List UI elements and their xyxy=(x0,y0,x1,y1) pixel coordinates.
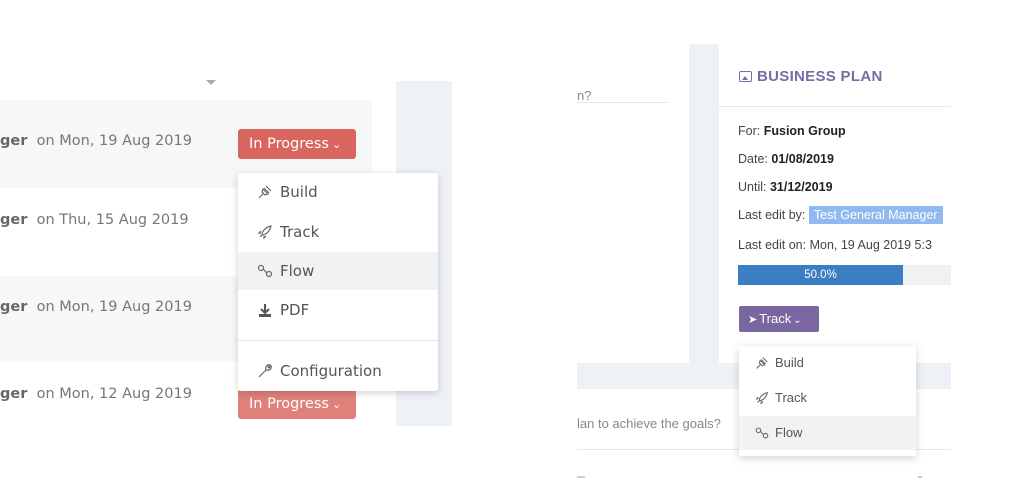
question-text: lan to achieve the goals? xyxy=(577,416,721,431)
divider xyxy=(918,476,922,478)
menu-item-track[interactable]: Track xyxy=(739,381,916,415)
info-for: For: Fusion Group xyxy=(738,124,846,138)
info-value: 31/12/2019 xyxy=(769,180,833,194)
row-date: on Thu, 15 Aug 2019 xyxy=(36,212,189,228)
divider xyxy=(577,102,668,103)
chevron-down-icon: ⌄ xyxy=(793,315,802,326)
info-last-edit-on: Last edit on: Mon, 19 Aug 2019 5:3 xyxy=(738,238,932,252)
column-gutter xyxy=(689,44,719,389)
status-label: In Progress xyxy=(249,136,329,152)
menu-item-flow[interactable]: Flow xyxy=(238,252,438,290)
flow-icon xyxy=(754,425,770,445)
pin-icon xyxy=(256,183,274,201)
image-icon xyxy=(739,71,752,82)
info-label: Until: xyxy=(738,180,767,194)
row-date: on Mon, 12 Aug 2019 xyxy=(36,386,192,402)
chevron-down-icon: ⌄ xyxy=(331,138,342,151)
track-dropdown-button[interactable]: ➤ Track ⌄ xyxy=(739,306,819,332)
divider xyxy=(577,476,585,478)
card-title: BUSINESS PLAN xyxy=(739,68,883,85)
info-date: Date: 01/08/2019 xyxy=(738,152,834,166)
info-label: Last edit by: xyxy=(738,208,806,222)
row-date: on Mon, 19 Aug 2019 xyxy=(36,299,192,315)
business-plan-card: BUSINESS PLAN For: Fusion Group Date: 01… xyxy=(719,44,951,363)
menu-item-label: Build xyxy=(775,355,804,370)
menu-item-label: PDF xyxy=(280,301,310,319)
menu-item-label: Track xyxy=(775,390,808,405)
row-meta: ger on Mon, 12 Aug 2019 xyxy=(0,386,192,402)
row-author: ger xyxy=(0,299,28,315)
left-task-table: ger on Mon, 19 Aug 2019 ger on Thu, 15 A… xyxy=(0,0,455,504)
row-meta: ger on Mon, 19 Aug 2019 xyxy=(0,299,192,315)
row-date: on Mon, 19 Aug 2019 xyxy=(36,133,192,149)
menu-divider xyxy=(238,340,438,341)
info-label: Date: xyxy=(738,152,768,166)
row-author: ger xyxy=(0,212,28,228)
row-author: ger xyxy=(0,386,28,402)
menu-item-pdf[interactable]: PDF xyxy=(238,291,438,329)
card-title-text: BUSINESS PLAN xyxy=(757,68,883,85)
info-value: Fusion Group xyxy=(763,124,846,138)
progress-fill: 50.0% xyxy=(738,265,903,285)
menu-item-label: Flow xyxy=(775,425,803,440)
status-label: In Progress xyxy=(249,396,329,412)
sort-caret-icon[interactable] xyxy=(206,80,216,85)
row-author: ger xyxy=(0,133,28,149)
info-value: 01/08/2019 xyxy=(771,152,834,166)
divider xyxy=(719,106,951,107)
info-last-edit-by: Last edit by: Test General Manager xyxy=(738,206,951,224)
menu-item-label: Track xyxy=(280,223,320,241)
row-meta: ger on Thu, 15 Aug 2019 xyxy=(0,212,189,228)
status-dropdown-button[interactable]: In Progress ⌄ xyxy=(238,389,356,419)
editor-badge[interactable]: Test General Manager xyxy=(808,206,943,224)
menu-item-track[interactable]: Track xyxy=(238,213,438,251)
rocket-icon: ➤ xyxy=(748,314,758,326)
info-label: For: xyxy=(738,124,761,138)
menu-item-build[interactable]: Build xyxy=(739,346,916,380)
question-text: n? xyxy=(577,88,592,103)
menu-item-label: Configuration xyxy=(280,362,382,380)
download-icon xyxy=(256,301,274,319)
chevron-down-icon: ⌄ xyxy=(331,398,342,411)
menu-item-configuration[interactable]: Configuration xyxy=(238,352,438,390)
row-meta: ger on Mon, 19 Aug 2019 xyxy=(0,133,192,149)
flow-icon xyxy=(256,262,274,280)
info-until: Until: 31/12/2019 xyxy=(738,180,833,194)
menu-item-label: Flow xyxy=(280,262,315,280)
menu-item-flow[interactable]: Flow xyxy=(739,416,916,450)
progress-bar: 50.0% xyxy=(738,265,951,285)
status-dropdown-button[interactable]: In Progress ⌄ xyxy=(238,129,356,159)
track-dropdown-menu: Build Track Flow xyxy=(739,346,916,456)
track-label: Track xyxy=(759,311,792,326)
menu-item-label: Build xyxy=(280,183,318,201)
rocket-icon xyxy=(754,390,770,410)
wrench-icon xyxy=(256,362,274,380)
rocket-icon xyxy=(256,223,274,241)
pin-icon xyxy=(754,355,770,375)
status-dropdown-menu: Build Track Flow PDF Configuration xyxy=(238,173,438,391)
menu-item-build[interactable]: Build xyxy=(238,173,438,211)
